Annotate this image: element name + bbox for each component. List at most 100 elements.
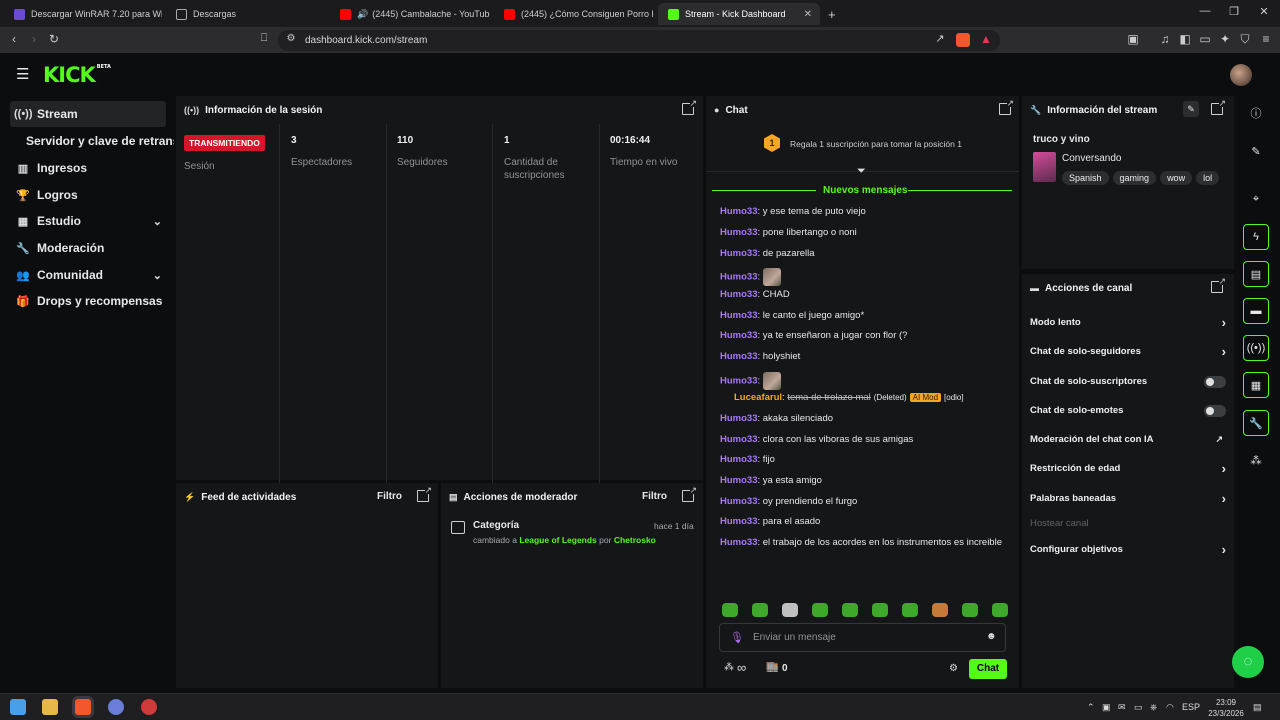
- sidebar-item-community[interactable]: 👥 Comunidad ⌄: [10, 262, 166, 288]
- tray-app-icon[interactable]: ✉: [1118, 702, 1126, 713]
- browser-tab[interactable]: Descargas: [166, 3, 326, 25]
- forward-icon[interactable]: ›: [26, 32, 42, 46]
- music-icon[interactable]: ♫: [1157, 32, 1173, 46]
- language-indicator[interactable]: ESP: [1182, 702, 1200, 712]
- emote[interactable]: [842, 603, 858, 617]
- filter-button[interactable]: Filtro: [642, 491, 667, 502]
- app-icon[interactable]: [108, 699, 124, 715]
- url-field[interactable]: dashboard.kick.com/stream: [278, 30, 1000, 51]
- chat-username[interactable]: Humo33: [720, 475, 757, 486]
- chat-username[interactable]: Humo33: [720, 248, 757, 259]
- site-info-icon[interactable]: ⚙: [283, 33, 299, 44]
- action-ai-moderation[interactable]: Moderación del chat con IA ↗: [1030, 425, 1226, 454]
- chat-username[interactable]: Humo33: [720, 206, 757, 217]
- sidebar-item-studio[interactable]: ▦ Estudio ⌄: [10, 208, 166, 234]
- file-explorer-icon[interactable]: [42, 699, 58, 715]
- popout-icon[interactable]: [417, 485, 432, 502]
- broadcast-icon[interactable]: ((•)): [1243, 335, 1269, 361]
- tag[interactable]: lol: [1196, 171, 1220, 185]
- tray-app-icon[interactable]: ▣: [1102, 702, 1111, 713]
- close-window-icon[interactable]: ✕: [1254, 5, 1274, 18]
- gift-banner[interactable]: Regala 1 suscripción para tomar la posic…: [790, 139, 962, 149]
- chat-username[interactable]: Humo33: [720, 330, 757, 341]
- tray-chevron-icon[interactable]: ⌃: [1087, 702, 1095, 713]
- subscribers-only-toggle[interactable]: [1204, 375, 1226, 388]
- chat-input[interactable]: 🎙 Enviar un mensaje ☻: [719, 623, 1006, 652]
- emote[interactable]: [812, 603, 828, 617]
- emoji-icon[interactable]: ☻: [986, 631, 997, 642]
- tag[interactable]: gaming: [1112, 171, 1157, 185]
- microphone-icon[interactable]: 🎙: [730, 631, 744, 644]
- share-icon[interactable]: ↗: [932, 32, 948, 45]
- emotes-only-toggle[interactable]: [1204, 404, 1226, 417]
- popout-icon[interactable]: [682, 98, 697, 115]
- close-tab-icon[interactable]: ✕: [804, 9, 812, 20]
- wrench-icon[interactable]: 🔧: [1243, 410, 1269, 436]
- action-subscribers-only[interactable]: Chat de solo-suscriptores: [1030, 367, 1226, 396]
- emote[interactable]: [932, 603, 948, 617]
- action-emotes-only[interactable]: Chat de solo-emotes: [1030, 396, 1226, 425]
- collapse-icon[interactable]: ⏷: [857, 165, 866, 178]
- info-icon[interactable]: ⓘ: [1243, 100, 1269, 126]
- vpn-shield-icon[interactable]: ⛉: [1237, 32, 1253, 47]
- emote[interactable]: [962, 603, 978, 617]
- support-chat-icon[interactable]: ◌: [1232, 646, 1264, 678]
- tag[interactable]: Spanish: [1062, 171, 1109, 185]
- new-tab-button[interactable]: +: [824, 3, 844, 25]
- document-icon[interactable]: ▤: [1243, 261, 1269, 287]
- leo-ai-icon[interactable]: ✦: [1217, 32, 1233, 46]
- windows-start-icon[interactable]: [10, 699, 26, 715]
- chat-username[interactable]: Humo33: [720, 351, 757, 362]
- bolt-icon[interactable]: ϟ: [1243, 224, 1269, 250]
- chat-username[interactable]: Humo33: [720, 310, 757, 321]
- action-slow-mode[interactable]: Modo lento ›: [1030, 308, 1226, 337]
- sidebar-item-drops[interactable]: 🎁 Drops y recompensas: [10, 288, 166, 314]
- chat-username[interactable]: Humo33: [720, 516, 757, 527]
- hamburger-menu-icon[interactable]: ☰: [16, 65, 29, 83]
- browser-tab[interactable]: 🔊 (2445) Cambalache - YouTube: [330, 3, 490, 25]
- tag[interactable]: wow: [1160, 171, 1193, 185]
- people-icon[interactable]: ⁂: [724, 662, 734, 673]
- browser-tab[interactable]: (2445) ¿Cómo Consiguen Porro los A: [494, 3, 654, 25]
- edit-icon[interactable]: ✎: [1183, 101, 1199, 117]
- chat-bubble-icon[interactable]: ▬: [1243, 298, 1269, 324]
- avatar[interactable]: [1230, 64, 1252, 86]
- brave-shield-icon[interactable]: [956, 33, 970, 47]
- browser-tab-active[interactable]: Stream - Kick Dashboard ✕: [658, 3, 820, 25]
- chat-username[interactable]: Humo33: [720, 272, 757, 283]
- stack-icon[interactable]: ▦: [1243, 372, 1269, 398]
- filter-button[interactable]: Filtro: [377, 491, 402, 502]
- tray-app-icon[interactable]: ▭: [1134, 702, 1143, 713]
- popout-icon[interactable]: [682, 485, 697, 502]
- clock[interactable]: 23:09 23/3/2026: [1208, 697, 1244, 719]
- chat-username[interactable]: Humo33: [720, 376, 757, 387]
- browser-tab[interactable]: Descargar WinRAR 7.20 para Window: [4, 3, 162, 25]
- sidebar-item-server-key[interactable]: Servidor y clave de retransmisión: [26, 128, 174, 154]
- stream-category[interactable]: Conversando: [1062, 153, 1121, 164]
- people-icon[interactable]: ⁂: [1243, 447, 1269, 473]
- app-icon[interactable]: [141, 699, 157, 715]
- popout-icon[interactable]: [999, 98, 1014, 115]
- sidebar-toggle-icon[interactable]: ◧: [1177, 32, 1193, 46]
- pencil-icon[interactable]: ✎: [1243, 138, 1269, 164]
- back-icon[interactable]: ‹: [6, 32, 22, 46]
- minimize-icon[interactable]: —: [1195, 5, 1215, 17]
- kick-logo[interactable]: KICK BETA: [43, 63, 111, 87]
- emote[interactable]: [902, 603, 918, 617]
- sidebar-item-stream[interactable]: ((•)) Stream: [10, 101, 166, 127]
- emote[interactable]: [722, 603, 738, 617]
- chat-username[interactable]: Humo33: [720, 413, 757, 424]
- emote[interactable]: [752, 603, 768, 617]
- chat-username[interactable]: Humo33: [720, 434, 757, 445]
- popout-icon[interactable]: [1211, 98, 1226, 115]
- brave-icon[interactable]: [75, 699, 91, 715]
- chat-username[interactable]: Humo33: [720, 496, 757, 507]
- action-followers-only[interactable]: Chat de solo-seguidores ›: [1030, 337, 1226, 366]
- emote[interactable]: [872, 603, 888, 617]
- action-age-restriction[interactable]: Restricción de edad ›: [1030, 454, 1226, 483]
- send-chat-button[interactable]: Chat: [969, 659, 1007, 679]
- menu-icon[interactable]: ≡: [1258, 32, 1274, 46]
- emote[interactable]: [992, 603, 1008, 617]
- category-thumbnail[interactable]: [1033, 152, 1056, 182]
- sidebar-item-achievements[interactable]: 🏆 Logros: [10, 182, 166, 208]
